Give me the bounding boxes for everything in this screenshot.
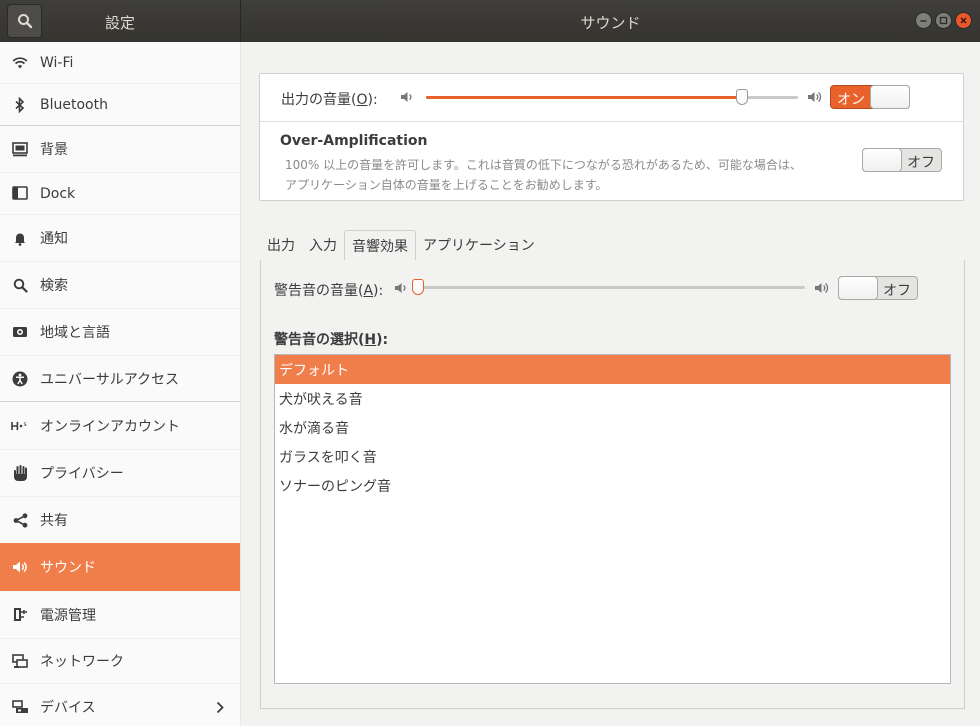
output-volume-slider[interactable]	[426, 89, 798, 105]
close-icon	[960, 17, 967, 24]
maximize-icon	[939, 16, 948, 25]
alert-sound-list: デフォルト 犬が吠える音 水が滴る音 ガラスを叩く音 ソナーのピング音	[274, 354, 951, 684]
svg-text:s: s	[24, 421, 27, 428]
over-amplification-description: 100% 以上の音量を許可します。これは音質の低下につながる恐れがあるため、可能…	[285, 158, 802, 192]
speaker-icon	[11, 558, 29, 576]
volume-high-icon	[815, 283, 829, 293]
settings-title: 設定	[104, 14, 135, 32]
sidebar-item-online-accounts[interactable]: s オンラインアカウント	[0, 402, 240, 449]
alert-toggle-switch[interactable]: オフ	[838, 276, 918, 300]
sidebar: Wi-Fi Bluetooth 背景 Dock 通知 検索 地域と言語 ユニバー…	[0, 42, 240, 726]
sidebar-item-label: オンラインアカウント	[40, 418, 180, 435]
sidebar-item-sound[interactable]: サウンド	[0, 543, 240, 591]
switch-label: オン	[837, 92, 865, 108]
sidebar-item-label: デバイス	[40, 700, 96, 716]
sidebar-item-notifications[interactable]: 通知	[0, 215, 240, 261]
share-icon	[11, 511, 29, 529]
output-volume-row: 出力の音量(O): オン	[260, 74, 963, 122]
switch-knob	[870, 85, 910, 109]
sidebar-item-label: ユニバーサルアクセス	[40, 371, 180, 388]
sidebar-item-universal-access[interactable]: ユニバーサルアクセス	[0, 356, 240, 401]
sidebar-item-label: Bluetooth	[40, 96, 108, 113]
maximize-button[interactable]	[935, 12, 952, 29]
alert-volume-slider[interactable]	[412, 279, 805, 295]
bell-icon	[11, 229, 29, 247]
alert-volume-label: 警告音の音量(A):	[274, 283, 384, 299]
sidebar-item-label: ネットワーク	[40, 654, 124, 670]
output-card: 出力の音量(O): オン Over-Amplification 100% 以上の…	[259, 73, 964, 201]
sidebar-item-privacy[interactable]: プライバシー	[0, 450, 240, 496]
switch-knob	[838, 276, 878, 300]
sidebar-item-background[interactable]: 背景	[0, 126, 240, 172]
page-title: サウンド	[580, 14, 641, 32]
tab-sound-effects[interactable]: 音響効果	[344, 230, 416, 261]
sidebar-item-power[interactable]: 電源管理	[0, 591, 240, 638]
dock-icon	[11, 185, 29, 203]
background-icon	[11, 140, 29, 158]
over-amplification-title: Over-Amplification	[280, 133, 428, 149]
volume-low-icon	[401, 92, 412, 102]
list-item[interactable]: ガラスを叩く音	[275, 442, 950, 471]
tab-applications[interactable]: アプリケーション	[416, 230, 542, 261]
sidebar-item-devices[interactable]: デバイス	[0, 684, 240, 726]
switch-knob	[862, 148, 902, 172]
wifi-icon	[11, 54, 29, 72]
power-plug-icon	[11, 606, 29, 624]
alert-sound-choose-label: 警告音の選択(H):	[274, 332, 389, 348]
network-icon	[11, 652, 29, 670]
output-volume-handle[interactable]	[736, 89, 748, 105]
sidebar-item-label: Wi-Fi	[40, 54, 74, 71]
switch-label: オフ	[907, 155, 935, 171]
list-item[interactable]: ソナーのピング音	[275, 471, 950, 500]
output-volume-fill	[426, 96, 742, 99]
sidebar-item-wifi[interactable]: Wi-Fi	[0, 42, 240, 83]
sidebar-item-label: 共有	[40, 513, 68, 529]
volume-low-icon	[395, 283, 406, 293]
search-icon	[11, 276, 29, 294]
sidebar-item-label: 通知	[40, 231, 68, 247]
sidebar-item-region[interactable]: 地域と言語	[0, 309, 240, 355]
minimize-icon	[920, 20, 927, 22]
minimize-button[interactable]	[915, 12, 932, 29]
sound-panel: 出力の音量(O): オン Over-Amplification 100% 以上の…	[241, 42, 980, 726]
privacy-hand-icon	[11, 464, 29, 482]
sidebar-item-label: プライバシー	[40, 466, 124, 482]
close-button[interactable]	[955, 12, 972, 29]
list-item[interactable]: 犬が吠える音	[275, 384, 950, 413]
online-accounts-icon: s	[11, 417, 29, 435]
over-amplification-switch[interactable]: オフ	[862, 148, 942, 172]
sound-effects-panel: 警告音の音量(A): オフ 警告音の選択(H): デフォルト 犬が吠える音 水が…	[260, 260, 965, 709]
volume-high-icon	[808, 92, 822, 102]
sidebar-item-sharing[interactable]: 共有	[0, 497, 240, 543]
tab-bar: 出力 入力 音響効果 アプリケーション	[260, 230, 542, 261]
switch-label: オフ	[883, 283, 911, 299]
list-item[interactable]: デフォルト	[275, 355, 950, 384]
sidebar-item-bluetooth[interactable]: Bluetooth	[0, 84, 240, 125]
tab-output[interactable]: 出力	[260, 230, 302, 261]
chevron-right-icon	[216, 701, 224, 713]
sidebar-item-label: Dock	[40, 185, 76, 202]
region-icon	[11, 323, 29, 341]
sidebar-item-label: 検索	[40, 278, 68, 294]
sidebar-item-network[interactable]: ネットワーク	[0, 639, 240, 683]
window-controls	[915, 12, 972, 29]
header-bar: 設定 サウンド	[0, 0, 980, 42]
sidebar-item-search[interactable]: 検索	[0, 262, 240, 308]
sidebar-item-dock[interactable]: Dock	[0, 173, 240, 214]
bluetooth-icon	[11, 96, 29, 114]
alert-volume-handle[interactable]	[412, 279, 424, 295]
devices-icon	[11, 698, 29, 716]
tab-input[interactable]: 入力	[302, 230, 344, 261]
sidebar-item-label: 背景	[40, 142, 68, 158]
list-item[interactable]: 水が滴る音	[275, 413, 950, 442]
output-volume-label: 出力の音量(O):	[281, 92, 378, 108]
output-toggle-switch[interactable]: オン	[830, 85, 910, 109]
sidebar-item-label: サウンド	[40, 560, 96, 576]
sidebar-item-label: 電源管理	[40, 607, 96, 624]
accessibility-icon	[11, 370, 29, 388]
sidebar-item-label: 地域と言語	[40, 325, 110, 341]
